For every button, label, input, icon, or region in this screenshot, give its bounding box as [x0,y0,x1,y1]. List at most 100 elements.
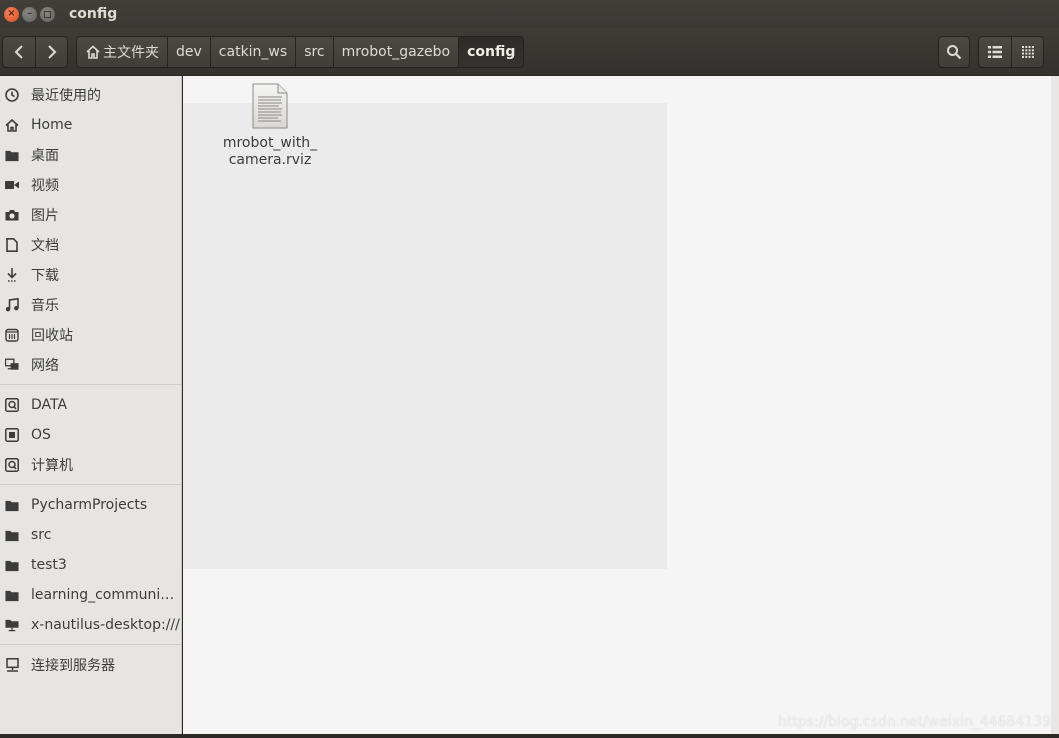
sidebar-item-src[interactable]: src [0,521,181,549]
sidebar-item-desktop[interactable]: 桌面 [0,141,181,169]
home-icon [85,45,101,59]
chip-icon [5,428,19,442]
sidebar-item-nautilus-desktop[interactable]: x-nautilus-desktop:/// [0,611,181,639]
file-item[interactable]: mrobot_with_ camera.rviz [217,83,323,169]
drive-icon [5,458,19,472]
file-view[interactable]: mrobot_with_ camera.rviz [183,76,1051,734]
sidebar-item-label: 桌面 [31,148,59,164]
sidebar-item-videos[interactable]: 视频 [0,171,181,199]
sidebar-item-downloads[interactable]: 下载 [0,261,181,289]
chevron-left-icon [14,45,23,59]
sidebar-item-network[interactable]: 网络 [0,351,181,379]
sidebar-item-label: PycharmProjects [31,497,148,513]
list-view-icon [988,46,1002,58]
chevron-right-icon [47,45,56,59]
sidebar-item-music[interactable]: 音乐 [0,291,181,319]
list-view-button[interactable] [979,37,1011,67]
file-name: mrobot_with_ camera.rviz [217,135,323,169]
search-icon [947,45,962,60]
breadcrumb-config[interactable]: config [458,37,524,67]
sidebar-item-data-drive[interactable]: DATA [0,391,181,419]
sidebar-item-label: x-nautilus-desktop:/// [31,617,180,633]
sidebar-item-label: DATA [31,397,68,413]
text-file-icon [252,83,288,129]
breadcrumb-mrobot-gazebo[interactable]: mrobot_gazebo [332,37,458,67]
maximize-window-button[interactable] [40,6,55,22]
window-title: config [69,6,118,22]
minimize-window-button[interactable]: – [22,6,37,22]
sidebar-item-label: 最近使用的 [31,88,101,104]
sidebar-item-label: test3 [31,557,67,573]
window-controls: × – [4,6,55,22]
sidebar-item-connect-to-server[interactable]: 连接到服务器 [0,651,181,679]
folder-icon [5,588,19,602]
breadcrumb-label: catkin_ws [218,44,288,60]
sidebar-item-os-drive[interactable]: OS [0,421,181,449]
trash-icon [5,328,19,342]
toolbar: 主文件夹 dev catkin_ws src mrobot_gazebo con… [0,28,1059,76]
download-icon [5,268,19,282]
sidebar-item-pycharmprojects[interactable]: PycharmProjects [0,491,181,519]
sidebar-item-learning-communication[interactable]: learning_communic... [0,581,181,609]
sidebar-item-label: 音乐 [31,298,59,314]
folder-icon [5,148,19,162]
breadcrumb-home[interactable]: 主文件夹 [77,37,167,67]
breadcrumb-label: dev [176,44,202,60]
window-bottom-edge [0,734,1059,738]
drive-icon [5,398,19,412]
sidebar-separator [0,644,181,645]
breadcrumb: 主文件夹 dev catkin_ws src mrobot_gazebo con… [76,36,525,68]
folder-icon [5,528,19,542]
sidebar-item-label: 视频 [31,178,59,194]
breadcrumb-label: mrobot_gazebo [341,44,451,60]
folder-icon [5,498,19,512]
video-icon [5,178,19,192]
sidebar-item-pictures[interactable]: 图片 [0,201,181,229]
breadcrumb-catkin-ws[interactable]: catkin_ws [209,37,295,67]
maximize-icon [44,10,51,18]
recent-icon [5,88,19,102]
close-icon: × [7,8,16,19]
forward-button[interactable] [35,37,67,67]
back-button[interactable] [3,37,35,67]
sidebar-item-documents[interactable]: 文档 [0,231,181,259]
sidebar-item-label: 图片 [31,208,59,224]
camera-icon [5,208,19,222]
folder-icon [5,558,19,572]
breadcrumb-label: src [304,44,325,60]
sidebar-item-label: 回收站 [31,328,73,344]
sidebar-item-label: Home [31,117,73,133]
sidebar-item-label: 网络 [31,358,59,374]
sidebar-item-trash[interactable]: 回收站 [0,321,181,349]
sidebar-separator [0,384,181,385]
sidebar-item-test3[interactable]: test3 [0,551,181,579]
sidebar-item-computer[interactable]: 计算机 [0,451,181,479]
grid-view-button[interactable] [1011,37,1043,67]
window-edge [1051,76,1059,734]
sidebar-item-label: 文档 [31,238,59,254]
view-toggle [978,36,1044,68]
search-button[interactable] [938,36,970,68]
sidebar-item-label: OS [31,427,51,443]
desktop-icon [5,618,19,632]
rubber-band-selection [183,103,667,569]
sidebar-item-label: 计算机 [31,458,73,474]
title-bar: × – config [0,0,1059,28]
minimize-icon: – [27,8,32,19]
sidebar-item-home[interactable]: Home [0,111,181,139]
sidebar-item-recent[interactable]: 最近使用的 [0,81,181,109]
watermark: https://blog.csdn.net/weixin_44684139 [777,714,1051,730]
server-icon [5,658,19,672]
music-icon [5,298,19,312]
network-icon [5,358,19,372]
breadcrumb-dev[interactable]: dev [167,37,210,67]
breadcrumb-src[interactable]: src [295,37,332,67]
file-name-line: camera.rviz [228,152,312,168]
breadcrumb-label: 主文件夹 [103,45,159,61]
sidebar-separator [0,484,181,485]
close-window-button[interactable]: × [4,6,19,22]
breadcrumb-label: config [467,44,516,60]
history-nav [2,36,68,68]
sidebar-item-label: learning_communic... [31,587,181,603]
file-name-line: mrobot_with_ [222,135,318,151]
